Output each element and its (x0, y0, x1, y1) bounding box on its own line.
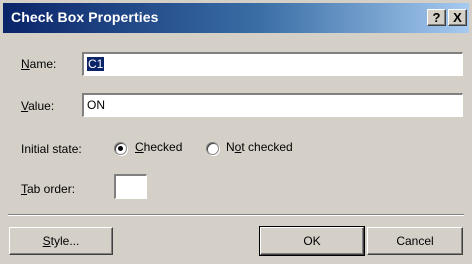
value-input-value: ON (87, 98, 105, 112)
close-button[interactable]: X (448, 9, 467, 26)
title-bar[interactable]: Check Box Properties ? X (3, 3, 469, 33)
tab-order-input[interactable] (114, 174, 147, 199)
separator (8, 214, 464, 216)
checked-radio[interactable] (114, 142, 127, 155)
value-input[interactable]: ON (82, 93, 463, 117)
name-input-value: C1 (87, 57, 105, 71)
tab-order-label: Tab order: (21, 182, 76, 196)
name-label: Name: (21, 57, 57, 71)
not-checked-radio[interactable] (206, 142, 219, 155)
cancel-button[interactable]: Cancel (367, 227, 463, 255)
check-box-properties-dialog: Check Box Properties ? X Name: C1 Value:… (0, 0, 472, 264)
checked-radio-label[interactable]: Checked (135, 140, 182, 154)
value-label: Value: (21, 99, 55, 113)
ok-button[interactable]: OK (259, 226, 365, 256)
not-checked-radio-label[interactable]: Not checked (226, 140, 293, 154)
help-button[interactable]: ? (427, 9, 446, 26)
dialog-title: Check Box Properties (11, 9, 159, 25)
radio-selected-dot (118, 146, 123, 151)
style-button[interactable]: Style... (9, 227, 113, 255)
name-input[interactable]: C1 (82, 52, 463, 76)
initial-state-label: Initial state: (21, 142, 82, 156)
